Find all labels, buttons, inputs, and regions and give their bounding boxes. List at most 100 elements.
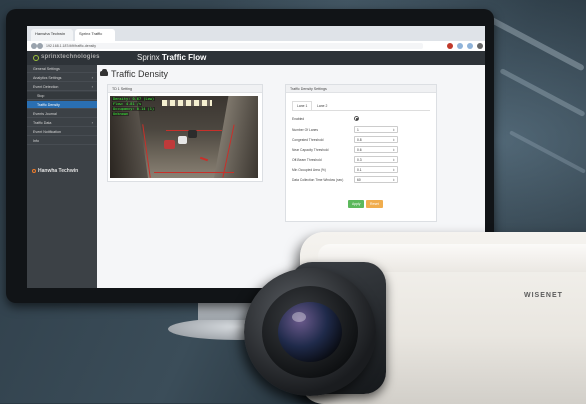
data-collection-window-row: Data Collection Time Window (sec) 60 ⇕ — [292, 176, 430, 184]
sidebar-item-event-notification[interactable]: Event Notification — [27, 128, 97, 136]
extension-icon[interactable] — [447, 43, 453, 49]
lens-highlight — [292, 312, 306, 322]
sidebar-item-label: Events Journal — [33, 112, 57, 116]
background-traffic-streak — [499, 67, 586, 118]
data-collection-window-input[interactable]: 60 ⇕ — [354, 176, 398, 183]
sidebar-item-label: Traffic Data — [33, 121, 52, 125]
field-value: 60 — [357, 178, 361, 182]
off-beam-threshold-row: Off-Beam Threshold 0.3 ⇕ — [292, 156, 430, 164]
spinner-icon[interactable]: ⇕ — [392, 147, 395, 154]
tab-lane-1[interactable]: Lane 1 — [292, 101, 313, 110]
extension-icon[interactable] — [457, 43, 463, 49]
field-label: Congested Threshold — [292, 138, 324, 142]
chevron-down-icon: › — [91, 75, 93, 80]
off-beam-threshold-input[interactable]: 0.3 ⇕ — [354, 156, 398, 163]
sidebar-item-info[interactable]: Info — [27, 137, 97, 145]
osd-text: Unknown — [112, 112, 130, 116]
video-panel: TD 1 Setting Density: 0.67 (Low) Flow: 4… — [107, 84, 263, 182]
congested-threshold-row: Congested Threshold 0.8 ⇕ — [292, 136, 430, 144]
app-header: sprinxtechnologies Sprinx Traffic Flow — [27, 51, 485, 65]
field-label: Off-Beam Threshold — [292, 158, 322, 162]
field-label: Number Of Lanes — [292, 128, 319, 132]
min-occupied-area-input[interactable]: 0.1 ⇕ — [354, 166, 398, 173]
product-prefix: Sprinx — [137, 53, 160, 62]
lane-tabs: Lane 1 Lane 2 — [292, 101, 430, 111]
field-label: Data Collection Time Window (sec) — [292, 178, 344, 182]
lens-glass — [278, 302, 342, 362]
product-name: Traffic Flow — [161, 53, 207, 62]
field-label: Near Capacity Threshold — [292, 148, 329, 152]
chevron-down-icon: › — [91, 120, 93, 125]
sidebar-item-label: Event Detection — [33, 85, 59, 89]
lane-marker — [199, 156, 209, 162]
url-input[interactable]: 192.168.1.187/#/tf/traffic-density — [43, 43, 423, 49]
detection-zone-line — [154, 172, 234, 173]
sidebar-item-analytics-settings[interactable]: Analytics Settings › — [27, 74, 97, 82]
osd-text: Occupancy: 0.14 (1) — [112, 107, 156, 111]
sidebar-item-traffic-data[interactable]: Traffic Data › — [27, 119, 97, 127]
product-title: Sprinx Traffic Flow — [137, 53, 206, 62]
number-of-lanes-input[interactable]: 1 ⇕ — [354, 126, 398, 133]
sidebar-item-events-journal[interactable]: Events Journal — [27, 110, 97, 118]
osd-text: Density: 0.67 (Low) — [112, 97, 156, 101]
background-traffic-streak — [509, 130, 586, 174]
page-title: Traffic Density — [111, 69, 169, 79]
extension-icon[interactable] — [467, 43, 473, 49]
spinner-icon[interactable]: ⇕ — [392, 157, 395, 164]
number-of-lanes-row: Number Of Lanes 1 ⇕ — [292, 126, 430, 134]
sidebar-item-stop[interactable]: Stop — [27, 92, 97, 100]
near-capacity-threshold-input[interactable]: 0.6 ⇕ — [354, 146, 398, 153]
congested-threshold-input[interactable]: 0.8 ⇕ — [354, 136, 398, 143]
field-label: Min Occupied Area (%) — [292, 168, 326, 172]
field-value: 1 — [357, 128, 359, 132]
field-value: 0.3 — [357, 158, 362, 162]
spinner-icon[interactable]: ⇕ — [392, 177, 395, 184]
field-value: 0.1 — [357, 168, 362, 172]
hanwha-logo: Hanwha Techwin — [32, 168, 79, 174]
sidebar-item-label: Traffic Density — [37, 103, 60, 107]
osd-text: Flow: 4.81 /s — [112, 102, 143, 106]
menu-icon[interactable] — [477, 43, 483, 49]
camera-brand-label: WISENET — [524, 292, 563, 299]
field-label: Enabled — [292, 117, 305, 121]
camera-video-feed[interactable]: Density: 0.67 (Low) Flow: 4.81 /s Occupa… — [110, 96, 258, 178]
video-panel-title: TD 1 Setting — [108, 85, 262, 93]
sidebar: General Settings Analytics Settings › Ev… — [27, 65, 97, 288]
hanwha-logo-text: Hanwha Techwin — [38, 168, 79, 174]
hanwha-logo-icon — [32, 169, 36, 173]
background-traffic-streak — [485, 14, 585, 72]
sidebar-item-label: General Settings — [33, 67, 60, 71]
apply-button[interactable]: Apply — [348, 200, 365, 208]
browser-tab-strip: Hanwha Techwin Sprinx Traffic — [27, 26, 485, 41]
sidebar-item-label: Stop — [37, 94, 45, 98]
field-value: 0.8 — [357, 138, 362, 142]
spinner-icon[interactable]: ⇕ — [392, 167, 395, 174]
tab-lane-2[interactable]: Lane 2 — [312, 101, 333, 110]
near-capacity-threshold-row: Near Capacity Threshold 0.6 ⇕ — [292, 146, 430, 154]
company-logo: sprinxtechnologies — [41, 54, 100, 60]
sidebar-item-general-settings[interactable]: General Settings — [27, 65, 97, 73]
browser-tab[interactable]: Hanwha Techwin — [31, 29, 73, 41]
vehicle — [164, 140, 175, 149]
vehicle — [178, 136, 187, 144]
company-logo-icon — [33, 55, 39, 61]
tunnel-lights — [162, 100, 212, 106]
settings-panel: Traffic Density Settings Lane 1 Lane 2 E… — [285, 84, 437, 222]
browser-tab-label: Hanwha Techwin — [35, 31, 66, 36]
spinner-icon[interactable]: ⇕ — [392, 137, 395, 144]
car-icon — [100, 69, 108, 76]
min-occupied-area-row: Min Occupied Area (%) 0.1 ⇕ — [292, 166, 430, 174]
sidebar-item-event-detection[interactable]: Event Detection › — [27, 83, 97, 91]
browser-tab-active[interactable]: Sprinx Traffic — [75, 29, 115, 41]
field-value: 0.6 — [357, 148, 362, 152]
sidebar-item-traffic-density[interactable]: Traffic Density — [27, 101, 97, 109]
browser-tab-label: Sprinx Traffic — [79, 31, 103, 36]
reset-button[interactable]: Reset — [366, 200, 383, 208]
vehicle — [188, 130, 197, 138]
sidebar-item-label: Event Notification — [33, 130, 61, 134]
chevron-down-icon: › — [91, 84, 93, 89]
enabled-row: Enabled — [292, 115, 430, 123]
spinner-icon[interactable]: ⇕ — [392, 127, 395, 134]
settings-panel-title: Traffic Density Settings — [286, 85, 436, 93]
enabled-checkbox[interactable] — [354, 116, 359, 121]
